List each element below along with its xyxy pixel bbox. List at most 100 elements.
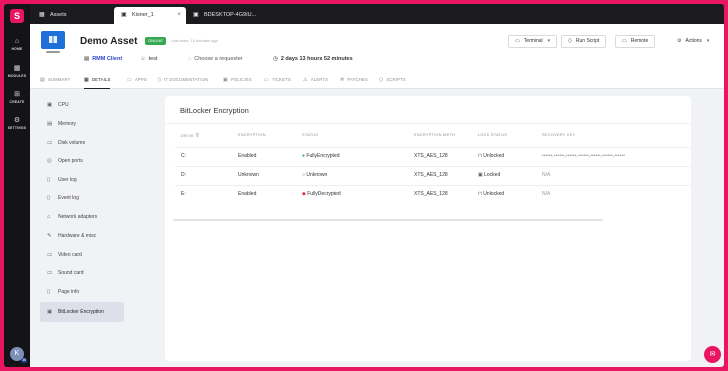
sidebar-item-label: Hardware & misc: [58, 233, 97, 239]
details-icon: ▦: [84, 77, 89, 83]
sidebar-item-hardware[interactable]: ✎ Hardware & misc: [40, 228, 129, 244]
sidebar-item-network-adapters[interactable]: ⌂ Network adapters: [40, 209, 129, 225]
left-rail: S ⌂ HOME ▦ MODULES ⊞ CREATE ⚙ SETTINGS K…: [4, 4, 30, 367]
requester-select[interactable]: ◌ Choose a requester: [188, 56, 243, 62]
close-icon[interactable]: ×: [177, 7, 181, 24]
sidebar-item-sound-card[interactable]: ▭ Sound card: [40, 265, 129, 281]
run-script-button[interactable]: ⟨⟩ Run Script: [561, 35, 607, 48]
unlock-icon: ⊓: [478, 153, 482, 159]
monitor-stand: [46, 51, 60, 53]
document-icon: ▯: [158, 77, 161, 83]
tab-label: SUMMARY: [47, 77, 71, 82]
window-icon: ▣: [121, 12, 127, 18]
remote-button[interactable]: ▭ Remote: [615, 35, 656, 48]
sidebar-item-label: Open ports: [58, 158, 83, 164]
filter-icon[interactable]: ⊽: [195, 133, 199, 139]
tab-tickets[interactable]: ▭ TICKETS: [264, 74, 291, 89]
sidebar-item-cpu[interactable]: ▣ CPU: [40, 97, 129, 113]
tab-apps[interactable]: ▭ APPS: [127, 74, 147, 89]
tab-label: APPS: [134, 77, 147, 82]
sidebar-item-open-ports[interactable]: ◎ Open ports: [40, 153, 129, 169]
page-icon: ▯: [47, 289, 51, 295]
sidebar-item-video-card[interactable]: ▭ Video card: [40, 247, 129, 263]
rail-item-settings[interactable]: ⚙ SETTINGS: [4, 117, 30, 130]
tab-desktop[interactable]: ▣ BDESKTOP-4G9IU...: [186, 7, 276, 24]
rail-item-create[interactable]: ⊞ CREATE: [4, 91, 30, 104]
sidebar-item-user-log[interactable]: ▯ User log: [40, 172, 129, 188]
status-cell: ● FullyEncrypted: [302, 153, 340, 159]
disk-icon: ▭: [47, 140, 53, 146]
terminal-button[interactable]: ▭ Terminal ▾: [508, 35, 558, 48]
sidebar-item-memory[interactable]: ▤ Memory: [40, 116, 129, 132]
sidebar-item-page-info[interactable]: ▯ Page info: [40, 284, 129, 300]
rail-item-label: CREATE: [9, 100, 25, 104]
actions-button[interactable]: ⚙ Actions ▾: [670, 35, 717, 48]
last-seen-text: Last seen: 10 minutes ago: [171, 38, 218, 43]
code-icon: ⟨⟩: [568, 38, 572, 44]
actions-label: Actions: [685, 38, 702, 44]
modules-icon: ▦: [13, 65, 21, 72]
tab-label: Assets: [50, 12, 67, 18]
monitor-icon: ▭: [622, 38, 627, 44]
terminal-label: Terminal: [523, 38, 543, 44]
drive-cell: C:: [181, 153, 186, 159]
check-circle-icon: ●: [302, 153, 306, 159]
client-link[interactable]: ▤ RMM Client: [84, 56, 122, 62]
sidebar-item-disk-volume[interactable]: ▭ Disk volume: [40, 135, 129, 151]
encryption-cell: Enabled: [238, 191, 257, 197]
summary-icon: ▤: [40, 77, 45, 83]
tab-label: BDESKTOP-4G9IU...: [204, 12, 257, 18]
hardware-icon: ✎: [47, 233, 52, 239]
rail-item-modules[interactable]: ▦ MODULES: [4, 65, 30, 78]
table-row: D: Unknown ○ Unknown XTS_AES_128 ▣ Locke…: [175, 166, 691, 185]
app-logo[interactable]: S: [10, 9, 24, 23]
tab-assets[interactable]: ▦ Assets: [32, 7, 112, 24]
tab-details[interactable]: ▦ DETAILS: [84, 74, 111, 89]
column-header-drive[interactable]: DRIVE ⊽: [181, 133, 199, 139]
recovery-key-cell[interactable]: ******-******-******-******-******-*****…: [542, 153, 625, 158]
panel-title: BitLocker Encryption: [180, 106, 249, 115]
encryption-cell: Unknown: [238, 172, 259, 178]
tab-it-documentation[interactable]: ▯ IT DOCUMENTATION: [158, 74, 208, 89]
tab-summary[interactable]: ▤ SUMMARY: [40, 74, 71, 89]
status-badge: ONLINE: [145, 37, 166, 45]
column-header-lock-status: LOCK STATUS: [478, 133, 508, 137]
tab-bar: ▦ Assets ▣ Kisner_1 × ▣ BDESKTOP-4G9IU..…: [30, 4, 724, 24]
sidebar-item-event-log[interactable]: ▯ Event log: [40, 190, 129, 206]
lock-label: Locked: [484, 172, 501, 178]
sidebar-item-label: CPU: [58, 102, 69, 108]
windows-logo-icon: [41, 31, 65, 49]
horizontal-scrollbar[interactable]: [173, 219, 603, 221]
chat-icon[interactable]: ✉: [704, 346, 721, 363]
shield-alert-icon: ◆: [302, 191, 306, 197]
column-header-encryption: ENCRYPTION: [238, 133, 266, 137]
person-icon: ◌: [188, 56, 192, 62]
tab-label: SCRIPTS: [386, 77, 406, 82]
tab-scripts[interactable]: ⟨⟩ SCRIPTS: [379, 74, 406, 89]
gear-icon: ⚙: [13, 117, 21, 124]
main-content: Demo Asset ONLINE Last seen: 10 minutes …: [30, 24, 724, 367]
tab-policies[interactable]: ▣ POLICIES: [223, 74, 252, 89]
tab-patches[interactable]: ✲ PATCHES: [340, 74, 368, 89]
column-label: DRIVE: [181, 134, 195, 138]
patch-icon: ✲: [340, 77, 345, 83]
sidebar-item-bitlocker[interactable]: ▣ BitLocker Encryption: [40, 302, 124, 322]
tab-kisner[interactable]: ▣ Kisner_1 ×: [114, 7, 186, 24]
sound-icon: ▭: [47, 270, 53, 276]
tab-alerts[interactable]: ⚠ ALERTS: [303, 74, 328, 89]
policy-icon: ▣: [223, 77, 228, 83]
sidebar-item-label: Video card: [58, 252, 82, 258]
sidebar-item-label: Network adapters: [58, 214, 98, 220]
tab-label: TICKETS: [271, 77, 292, 82]
avatar[interactable]: K 36: [10, 347, 27, 363]
cpu-icon: ▣: [47, 102, 53, 108]
lock-cell: ▣ Locked: [478, 172, 500, 178]
sidebar-item-label: Disk volume: [58, 140, 86, 146]
lock-icon: ▣: [47, 309, 53, 315]
column-header-status: STATUS: [302, 133, 319, 137]
sidebar-item-label: Event log: [58, 195, 79, 201]
rail-item-home[interactable]: ⌂ HOME: [4, 38, 30, 51]
details-sidebar: ▣ CPU ▤ Memory ▭ Disk volume ◎ Open ports ▯ U…: [30, 90, 160, 367]
lock-cell: ⊓ Unlocked: [478, 153, 504, 159]
column-header-method: ENCRYPTION METH: [414, 133, 456, 137]
